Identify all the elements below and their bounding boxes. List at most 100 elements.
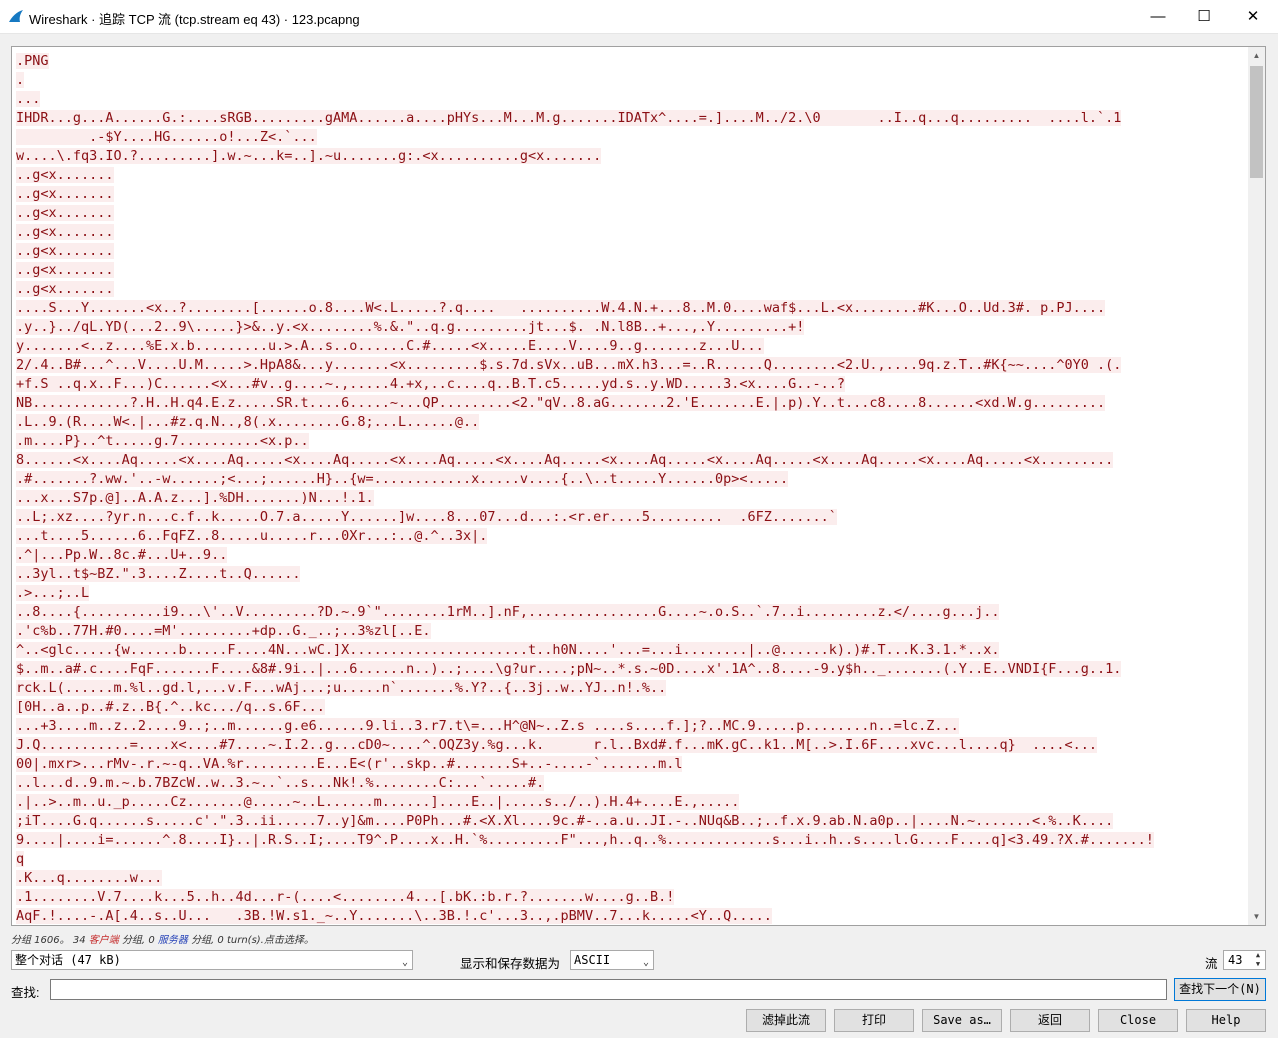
- stream-line-text: ^..<glc.....{w......b.....F....4N...wC.]…: [16, 642, 1000, 658]
- stream-line: [0H..a..p..#.z..B{.^..kc.../q..s.6F...: [16, 698, 1244, 717]
- stream-line: .-$Y....HG......o!...Z<.`...: [16, 128, 1244, 147]
- maximize-button[interactable]: ☐: [1181, 0, 1227, 32]
- stream-line-text: y.......<..z....%E.x.b.........u.>.A..s.…: [16, 338, 764, 354]
- stream-line: ..g<x.......: [16, 204, 1244, 223]
- stream-line: $..m..a#.c....FqF.......F....&8#.9i..|..…: [16, 660, 1244, 679]
- save-as-button[interactable]: Save as…: [922, 1009, 1002, 1032]
- stream-label: 流: [1205, 957, 1218, 971]
- scroll-up-arrow-icon[interactable]: ▲: [1248, 47, 1265, 64]
- stream-line: ..g<x.......: [16, 242, 1244, 261]
- format-select[interactable]: ASCII ⌄: [570, 950, 654, 970]
- spin-up-icon[interactable]: ▲: [1252, 951, 1264, 960]
- server-packet-count: 0: [148, 935, 155, 946]
- chevron-down-icon: ⌄: [642, 957, 649, 968]
- client-packet-count: 34: [72, 935, 86, 946]
- stream-line-text: .K...q........w...: [16, 870, 163, 886]
- scroll-down-arrow-icon[interactable]: ▼: [1248, 908, 1265, 925]
- stream-line-text: +f.S ..q.x..F...)C......<x...#v..g....~.…: [16, 376, 846, 392]
- stream-line: ...+3....m..z..2....9..;..m......g.e6...…: [16, 717, 1244, 736]
- stream-line-text: $..m..a#.c....FqF.......F....&8#.9i..|..…: [16, 661, 1122, 677]
- spin-down-icon[interactable]: ▼: [1252, 960, 1264, 969]
- minimize-button[interactable]: —: [1135, 0, 1181, 32]
- stream-line-text: ....S...Y.......<x..?........[......o.8.…: [16, 300, 1106, 316]
- stream-line: 2/.4..B#...^...V....U.M.....>.HpA8&...y.…: [16, 356, 1244, 375]
- stream-line-text: ...: [16, 91, 41, 107]
- stream-line: ..3yl..t$~BZ.".3....Z....t..Q......: [16, 565, 1244, 584]
- stream-line-text: ..g<x.......: [16, 281, 114, 297]
- print-button[interactable]: 打印: [834, 1009, 914, 1032]
- stream-line-text: ..g<x.......: [16, 167, 114, 183]
- stream-line-text: .PNG: [16, 53, 49, 69]
- stream-line: y.......<..z....%E.x.b.........u.>.A..s.…: [16, 337, 1244, 356]
- stream-line: NB............?.H..H.q4.E.z.....SR.t....…: [16, 394, 1244, 413]
- stream-line: ^..<glc.....{w......b.....F....4N...wC.]…: [16, 641, 1244, 660]
- stream-line: .: [16, 71, 1244, 90]
- stream-line: ..g<x.......: [16, 261, 1244, 280]
- vertical-scrollbar[interactable]: ▲ ▼: [1248, 47, 1265, 925]
- stream-line-text: .y..}../qL.YD(...2..9\.....}>&..y.<x....…: [16, 319, 805, 335]
- stream-line-text: w....\.fq3.IO.?.........].w.~...k=..].~u…: [16, 148, 602, 164]
- stream-line: .K...q........w...: [16, 869, 1244, 888]
- format-select-value: ASCII: [574, 953, 611, 967]
- stream-line-text: ..g<x.......: [16, 205, 114, 221]
- wireshark-fin-icon: [8, 8, 24, 24]
- stream-line: 00|.mxr>...rMv-.r.~-q..VA.%r.........E..…: [16, 755, 1244, 774]
- close-window-button[interactable]: ✕: [1230, 0, 1276, 32]
- stream-line-text: ..g<x.......: [16, 262, 114, 278]
- status-prefix: 分组 1606。: [11, 935, 70, 946]
- stream-line: .|..>..m..u._p.....Cz.......@.....~..L..…: [16, 793, 1244, 812]
- scrollbar-thumb[interactable]: [1250, 66, 1263, 178]
- help-button[interactable]: Help: [1186, 1009, 1266, 1032]
- title-bar: Wireshark · 追踪 TCP 流 (tcp.stream eq 43) …: [0, 0, 1278, 34]
- stream-line: ..8....{..........i9...\'..V.........?D.…: [16, 603, 1244, 622]
- find-label: 查找:: [11, 986, 40, 1000]
- stream-line-text: 00|.mxr>...rMv-.r.~-q..VA.%r.........E..…: [16, 756, 683, 772]
- stream-line: ..g<x.......: [16, 280, 1244, 299]
- stream-line: .m....P}..^t.....g.7..........<x.p..: [16, 432, 1244, 451]
- stream-line-text: rck.L(......m.%l..gd.l,...v.F...wAj...;u…: [16, 680, 667, 696]
- stream-line-text: IHDR...g...A......G.:....sRGB.........gA…: [16, 110, 1122, 126]
- stream-line: .L..9.(R....W<.|...#z.q.N..,8(.x........…: [16, 413, 1244, 432]
- stream-line-text: .-$Y....HG......o!...Z<.`...: [16, 129, 317, 145]
- stream-line-text: ..8....{..........i9...\'..V.........?D.…: [16, 604, 1000, 620]
- stream-text[interactable]: .PNG.... IHDR...g...A......G.:....sRGB...…: [16, 52, 1244, 925]
- back-button[interactable]: 返回: [1010, 1009, 1090, 1032]
- stream-line: w....\.fq3.IO.?.........].w.~...k=..].~u…: [16, 147, 1244, 166]
- filter-out-stream-button[interactable]: 滤掉此流: [746, 1009, 826, 1032]
- find-next-button[interactable]: 查找下一个(N): [1174, 978, 1266, 1001]
- stream-line: ...t....5......6..FqFZ..8.....u.....r...…: [16, 527, 1244, 546]
- stream-line: ..l...d..9.m.~.b.7BZcW..w..3.~..`..s...N…: [16, 774, 1244, 793]
- stream-line: +f.S ..q.x..F...)C......<x...#v..g....~.…: [16, 375, 1244, 394]
- stream-line-text: NB............?.H..H.q4.E.z.....SR.t....…: [16, 395, 1106, 411]
- stream-line: ..g<x.......: [16, 185, 1244, 204]
- stream-line: ;iT....G.q......s.....c'.".3..ii.....7..…: [16, 812, 1244, 831]
- stream-line: ..g<x.......: [16, 166, 1244, 185]
- stream-line: .#.......?.ww.'..-w......;<...;......H}.…: [16, 470, 1244, 489]
- stream-line-text: 2/.4..B#...^...V....U.M.....>.HpA8&...y.…: [16, 357, 1122, 373]
- conversation-select[interactable]: 整个对话 (47 kB) ⌄: [11, 950, 413, 970]
- stream-number-spinbox[interactable]: 43 ▲ ▼: [1223, 950, 1266, 970]
- stream-line-text: .#.......?.ww.'..-w......;<...;......H}.…: [16, 471, 789, 487]
- stream-line-text: .: [16, 72, 25, 88]
- status-middle: 分组,: [121, 935, 146, 946]
- maximize-icon: ☐: [1197, 8, 1211, 25]
- conversation-select-value: 整个对话 (47 kB): [15, 953, 121, 967]
- stream-line: IHDR...g...A......G.:....sRGB.........gA…: [16, 109, 1244, 128]
- stream-line: rck.L(......m.%l..gd.l,...v.F...wAj...;u…: [16, 679, 1244, 698]
- stream-line-text: AqF.!....-.A[.4..s..U... .3B.!W.s1._~..Y…: [16, 908, 772, 924]
- stream-line-text: .L..9.(R....W<.|...#z.q.N..,8(.x........…: [16, 414, 480, 430]
- stream-line: q: [16, 850, 1244, 869]
- find-input[interactable]: [50, 979, 1167, 1000]
- stream-number-value: 43: [1228, 953, 1243, 967]
- stream-line-text: J.Q...........=....x<....#7....~.I.2..g.…: [16, 737, 1097, 753]
- stream-line-text: ..L;.xz....?yr.n...c.f..k.....O.7.a.....…: [16, 509, 837, 525]
- window-title: Wireshark · 追踪 TCP 流 (tcp.stream eq 43) …: [29, 12, 360, 27]
- close-button[interactable]: Close: [1098, 1009, 1178, 1032]
- stream-line-text: ..3yl..t$~BZ.".3....Z....t..Q......: [16, 566, 301, 582]
- stream-line-text: ..g<x.......: [16, 186, 114, 202]
- stream-line-text: ..g<x.......: [16, 243, 114, 259]
- stream-line-text: .^|...Pp.W..8c.#...U+..9..: [16, 547, 228, 563]
- stream-line-text: ..l...d..9.m.~.b.7BZcW..w..3.~..`..s...N…: [16, 775, 545, 791]
- stream-line: ..g<x.......: [16, 223, 1244, 242]
- stream-content-view[interactable]: .PNG.... IHDR...g...A......G.:....sRGB...…: [11, 46, 1266, 926]
